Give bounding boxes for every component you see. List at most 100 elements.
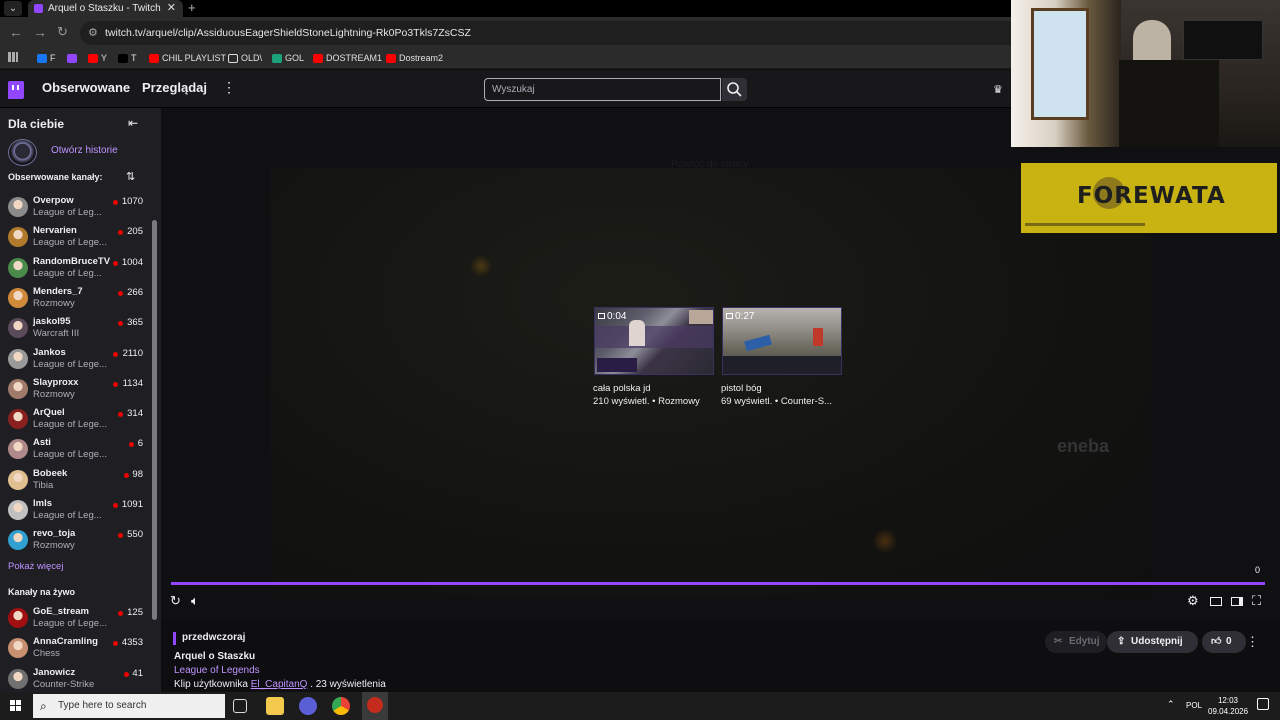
settings-icon[interactable]: ⚙	[1187, 593, 1199, 609]
sidebar-channel-item[interactable]: Asti League of Lege... 6	[0, 435, 152, 465]
taskbar-search-input[interactable]: ⌕ Type here to search	[33, 694, 225, 718]
tab-close-icon[interactable]: ✕	[167, 0, 176, 17]
browser-tab-active[interactable]: Arquel o Staszku - Twitch ✕	[28, 0, 183, 17]
sidebar-channel-item[interactable]: Slayproxx Rozmowy 1134	[0, 375, 152, 405]
taskbar-clock[interactable]: 12:03 09.04.2026	[1208, 695, 1248, 717]
bookmark-label: GOL	[285, 53, 305, 63]
prime-crown-icon[interactable]: ♛	[993, 83, 1003, 96]
sidebar-channel-item[interactable]: AnnaCramling Chess 4353	[0, 634, 152, 664]
sidebar-scrollbar[interactable]	[152, 220, 157, 620]
sidebar-channel-item[interactable]: revo_toja Rozmowy 550	[0, 526, 152, 556]
eneba-sponsor-logo: eneba	[1057, 436, 1110, 456]
site-info-icon[interactable]: ⚙	[88, 21, 98, 45]
sidebar-channel-item[interactable]: Jankos League of Lege... 2110	[0, 345, 152, 375]
sidebar-channel-item[interactable]: RandomBruceTV League of Leg... 1004	[0, 254, 152, 284]
search-button[interactable]	[722, 78, 747, 101]
sponsor-overlay-text: FOREWATA	[1077, 183, 1226, 209]
video-frame	[271, 168, 1151, 598]
new-tab-icon[interactable]: +	[188, 0, 196, 15]
channel-category: League of Lege...	[33, 358, 107, 370]
show-more-link[interactable]: Pokaż więcej	[8, 561, 63, 572]
channel-avatar	[8, 530, 28, 551]
forward-icon[interactable]: →	[33, 23, 47, 41]
following-link[interactable]: Obserwowane	[42, 80, 130, 95]
theatre-mode-icon[interactable]	[1210, 597, 1222, 606]
file-explorer-icon[interactable]	[266, 697, 284, 715]
replay-icon[interactable]: ↻	[170, 593, 181, 609]
tab-search-icon[interactable]: ⌄	[4, 1, 22, 16]
sidebar-channel-item[interactable]: ArQuel League of Lege... 314	[0, 405, 152, 435]
seek-bar[interactable]	[171, 582, 1265, 585]
sidebar-channel-item[interactable]: Nervarien League of Lege... 205	[0, 223, 152, 253]
sidebar-channel-item[interactable]: lmls League of Leg... 1091	[0, 496, 152, 526]
sidebar-channel-item[interactable]: jaskol95 Warcraft III 365	[0, 314, 152, 344]
viewer-count: 1004	[121, 256, 143, 268]
video-light	[873, 528, 897, 554]
viewer-count: 266	[127, 286, 143, 298]
fullscreen-icon[interactable]: ⛶	[1252, 593, 1261, 609]
bookmark-item[interactable]: F	[37, 52, 56, 65]
bookmark-item[interactable]: Y	[88, 52, 107, 65]
channel-avatar	[8, 469, 28, 490]
bookmark-item[interactable]: T	[118, 52, 137, 65]
sidebar-channel-item[interactable]: Bobeek Tibia 98	[0, 466, 152, 496]
collapse-sidebar-icon[interactable]: ⇤	[128, 116, 138, 130]
channel-name: Janowicz	[33, 666, 76, 678]
sidebar-channel-item[interactable]: Overpow League of Leg... 1070	[0, 193, 152, 223]
obs-active-icon[interactable]	[362, 692, 388, 720]
chrome-icon[interactable]	[332, 697, 350, 715]
discord-icon[interactable]	[299, 697, 317, 715]
clip-title[interactable]: pistol bóg	[721, 383, 762, 394]
viewer-count: 365	[127, 317, 143, 329]
browse-link[interactable]: Przeglądaj	[142, 80, 207, 95]
viewer-count: 314	[127, 408, 143, 420]
clip-author-link[interactable]: El_CapitanQ	[251, 679, 308, 690]
notification-icon[interactable]	[1257, 698, 1269, 710]
like-button[interactable]: 👍︎ 0	[1202, 631, 1246, 653]
sidebar-channel-item[interactable]: Menders_7 Rozmowy 266	[0, 284, 152, 314]
channel-name: lmls	[33, 498, 53, 509]
history-link[interactable]: Otwórz historie	[51, 145, 118, 156]
bookmark-item[interactable]: CHIL PLAYLIST	[149, 52, 226, 65]
channel-name: revo_toja	[33, 528, 76, 540]
channel-avatar	[8, 668, 28, 689]
channel-category: Rozmowy	[33, 540, 75, 552]
more-menu-icon[interactable]: ⋮	[222, 79, 236, 96]
volume-icon[interactable]: 🔈︎	[191, 593, 199, 609]
channel-category: Tibia	[33, 479, 54, 491]
apps-grid-icon[interactable]	[8, 52, 20, 65]
channel-name: Overpow	[33, 195, 74, 206]
windows-start-icon[interactable]	[10, 700, 22, 712]
search-input[interactable]	[484, 78, 721, 101]
search-icon: ⌕	[40, 699, 47, 713]
bookmark-item[interactable]: DOSTREAM1	[313, 52, 382, 65]
clip-duration: 0:04	[598, 311, 626, 322]
reload-icon[interactable]: ↻	[57, 23, 68, 41]
share-button[interactable]: ⇪ Udostępnij	[1107, 631, 1198, 653]
bookmark-item[interactable]: Dostream2	[386, 52, 443, 65]
tray-chevron-icon[interactable]: ⌃	[1167, 699, 1175, 710]
live-dot-icon	[118, 412, 124, 418]
sidebar-toggle-icon[interactable]	[1231, 597, 1243, 606]
live-dot-icon	[112, 200, 118, 205]
sidebar-channel-item[interactable]: Janowicz Counter-Strike 41	[0, 665, 152, 692]
channel-avatar	[8, 378, 28, 399]
clip-title[interactable]: cała polska jd	[593, 383, 651, 394]
more-options-icon[interactable]: ⋮	[1246, 634, 1259, 650]
sidebar-channel-item[interactable]: GoE_stream League of Lege... 125	[0, 604, 152, 634]
clip-game-link[interactable]: League of Legends	[174, 665, 260, 676]
task-view-icon[interactable]	[233, 699, 247, 713]
channel-category: League of Lege...	[33, 419, 107, 431]
channel-name: RandomBruceTV	[33, 255, 111, 267]
history-avatar[interactable]	[8, 139, 37, 166]
viewer-count: 2110	[122, 347, 143, 359]
sort-icon[interactable]: ⇅	[126, 170, 135, 183]
back-icon[interactable]: ←	[9, 23, 23, 41]
channel-category: Chess	[33, 648, 60, 660]
input-language[interactable]: POL	[1186, 701, 1202, 710]
twitch-logo-icon[interactable]	[8, 81, 24, 99]
bookmark-item[interactable]	[67, 52, 80, 65]
bookmark-item[interactable]: GOL	[272, 52, 304, 65]
edit-button[interactable]: ✂ Edytuj	[1045, 631, 1107, 653]
bookmark-item[interactable]: OLD\	[228, 52, 262, 65]
